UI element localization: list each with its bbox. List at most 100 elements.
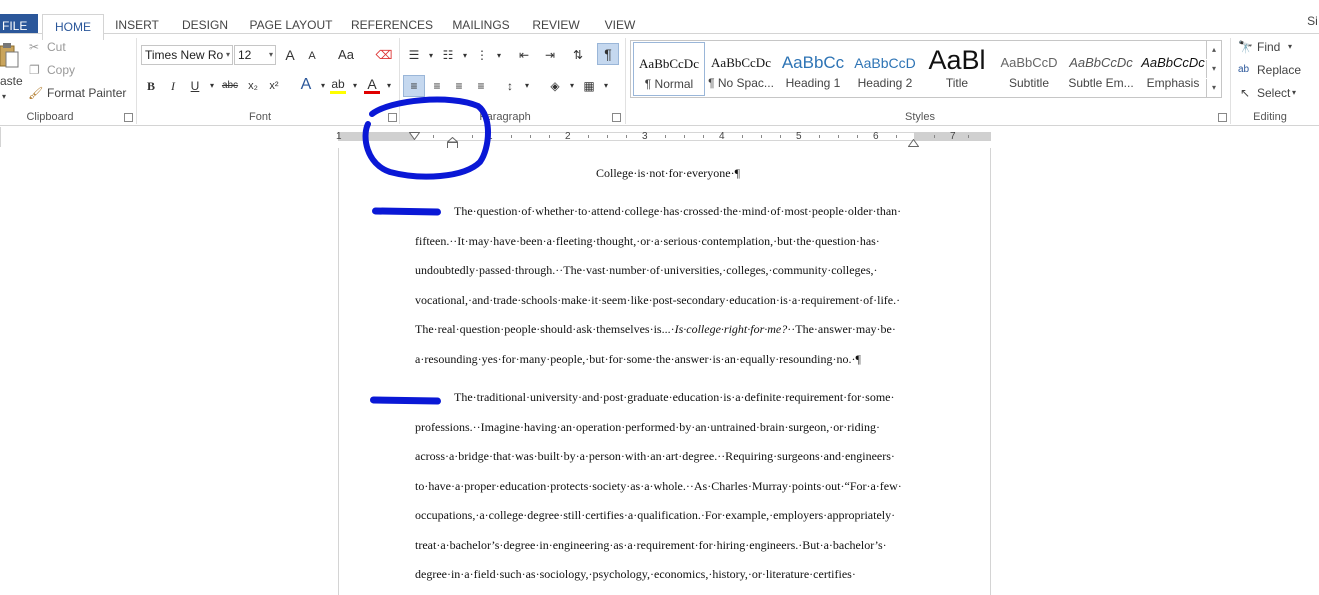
gallery-scroll-up-icon[interactable]: ▴ (1206, 41, 1221, 59)
subscript-button[interactable]: x₂ (243, 76, 263, 96)
cut-icon[interactable]: ✂ (29, 38, 39, 56)
ruler-tick (588, 135, 589, 138)
strikethrough-button[interactable]: abc (218, 76, 242, 96)
group-divider (136, 38, 137, 124)
font-name-dropdown[interactable]: Times New Ro ▾ (141, 45, 233, 65)
ruler-tick (549, 135, 550, 138)
style-preview: AaBbCcD (1000, 55, 1058, 70)
style-no-spacing[interactable]: AaBbCcDc ¶ No Spac... (705, 42, 777, 96)
style-preview: AaBbCc (781, 53, 845, 72)
ruler-tick (761, 135, 762, 138)
clipboard-group-label: Clipboard (26, 111, 74, 123)
style-name: Heading 1 (785, 76, 841, 90)
font-color-dropdown-icon[interactable]: ▾ (379, 76, 399, 96)
ruler-number: 4 (719, 131, 725, 142)
style-preview: AaBbCcDc (1069, 55, 1133, 70)
vertical-ruler-stub (0, 127, 7, 147)
ruler-tick (819, 135, 820, 138)
text-run: ··The·answer·may·be· (787, 322, 896, 336)
paste-icon[interactable] (0, 42, 20, 70)
style-name: ¶ No Spac... (708, 76, 774, 90)
copy-icon[interactable]: ❐ (29, 61, 40, 79)
ruler-tick (838, 135, 839, 138)
style-subtitle[interactable]: AaBbCcD Subtitle (993, 42, 1065, 96)
styles-launcher-icon[interactable] (1218, 113, 1227, 122)
font-size-value: 12 (238, 48, 252, 62)
align-left-icon[interactable]: ≡ (403, 75, 425, 97)
style-preview: AaBbCcD (854, 55, 916, 71)
italic-button[interactable]: I (163, 76, 183, 96)
style-preview: AaBbCcDc (639, 56, 699, 71)
style-normal[interactable]: AaBbCcDc ¶ Normal (633, 42, 705, 96)
style-emphasis[interactable]: AaBbCcDc Emphasis (1137, 42, 1209, 96)
multilevel-dropdown-icon[interactable]: ▾ (489, 46, 509, 66)
gallery-more-icon[interactable]: ▾ (1206, 79, 1221, 97)
format-painter-button[interactable]: Format Painter (47, 84, 126, 102)
font-size-dropdown[interactable]: 12 ▾ (234, 45, 276, 65)
style-name: Heading 2 (857, 76, 913, 90)
style-name: Subtle Em... (1068, 76, 1134, 90)
style-name: Subtitle (1008, 76, 1050, 90)
group-divider (1230, 38, 1231, 124)
sign-in-link[interactable]: Si (1306, 10, 1319, 32)
cut-button[interactable]: Cut (47, 38, 66, 56)
ruler-tick (742, 135, 743, 138)
style-preview: AaBbCcDc (1141, 55, 1205, 70)
ruler-number: 6 (873, 131, 879, 142)
select-dropdown-icon[interactable]: ▾ (1292, 84, 1296, 102)
paste-dropdown-icon[interactable]: ▾ (2, 88, 6, 106)
gallery-scroll-down-icon[interactable]: ▾ (1206, 60, 1221, 78)
show-formatting-marks-button[interactable]: ¶ (597, 43, 619, 65)
replace-button[interactable]: Replace (1257, 61, 1301, 79)
paragraph-1-line: vocational,·and·trade·schools·make·it·se… (415, 293, 901, 307)
ruler-number: 2 (565, 131, 571, 142)
paragraph-launcher-icon[interactable] (612, 113, 621, 122)
ruler-tick (780, 135, 781, 138)
ruler-tick (934, 135, 935, 138)
select-button[interactable]: Select (1257, 84, 1290, 102)
borders-dropdown-icon[interactable]: ▾ (596, 76, 616, 96)
annotation-underline (371, 207, 442, 216)
style-title[interactable]: AaBl Title (921, 42, 993, 96)
find-button[interactable]: Find (1257, 38, 1280, 56)
tab-home[interactable]: HOME (42, 14, 104, 40)
select-icon[interactable]: ↖ (1240, 84, 1250, 102)
align-center-icon[interactable]: ≡ (427, 76, 447, 96)
ruler-tick (968, 135, 969, 138)
clear-formatting-icon[interactable]: ⌫ (374, 45, 394, 65)
ruler-number: 5 (796, 131, 802, 142)
replace-icon[interactable]: ab (1238, 61, 1249, 79)
paragraph-2-line: The·traditional·university·and·post·grad… (454, 390, 895, 404)
find-icon[interactable]: 🔭 (1238, 38, 1253, 56)
increase-indent-icon[interactable]: ⇥ (540, 45, 560, 65)
ruler-tick (857, 135, 858, 138)
bold-button[interactable]: B (141, 76, 161, 96)
style-subtle-emphasis[interactable]: AaBbCcDc Subtle Em... (1065, 42, 1137, 96)
clipboard-launcher-icon[interactable] (124, 113, 133, 122)
ruler-tick (530, 135, 531, 138)
find-dropdown-icon[interactable]: ▾ (1288, 38, 1292, 56)
ruler-tick (511, 135, 512, 138)
annotation-underline (369, 396, 442, 405)
style-heading-1[interactable]: AaBbCc Heading 1 (777, 42, 849, 96)
format-painter-icon[interactable]: 🖌 (28, 84, 43, 102)
ruler-tick (896, 135, 897, 138)
ruler-tick (607, 135, 608, 138)
ribbon-tab-bar: FILE HOME INSERT DESIGN PAGE LAYOUT REFE… (0, 6, 1319, 40)
paragraph-1-line: fifteen.··It·may·have·been·a·fleeting·th… (415, 234, 880, 248)
style-name: Emphasis (1146, 76, 1200, 90)
text-run: The·real·question·people·should·ask·them… (415, 322, 675, 336)
change-case-button[interactable]: Aa (332, 45, 360, 65)
align-right-icon[interactable]: ≡ (449, 76, 469, 96)
decrease-indent-icon[interactable]: ⇤ (514, 45, 534, 65)
copy-button[interactable]: Copy (47, 61, 75, 79)
paragraph-2-line: across·a·bridge·that·was·built·by·a·pers… (415, 449, 895, 463)
style-heading-2[interactable]: AaBbCcD Heading 2 (849, 42, 921, 96)
grow-font-icon[interactable]: A (280, 45, 300, 65)
shrink-font-icon[interactable]: A (302, 46, 322, 66)
paragraph-2-line: treat·a·bachelor’s·degree·in·engineering… (415, 538, 887, 552)
superscript-button[interactable]: x² (264, 76, 284, 96)
sort-icon[interactable]: ⇅ (568, 45, 588, 65)
justify-icon[interactable]: ≡ (471, 76, 491, 96)
line-spacing-dropdown-icon[interactable]: ▾ (517, 76, 537, 96)
